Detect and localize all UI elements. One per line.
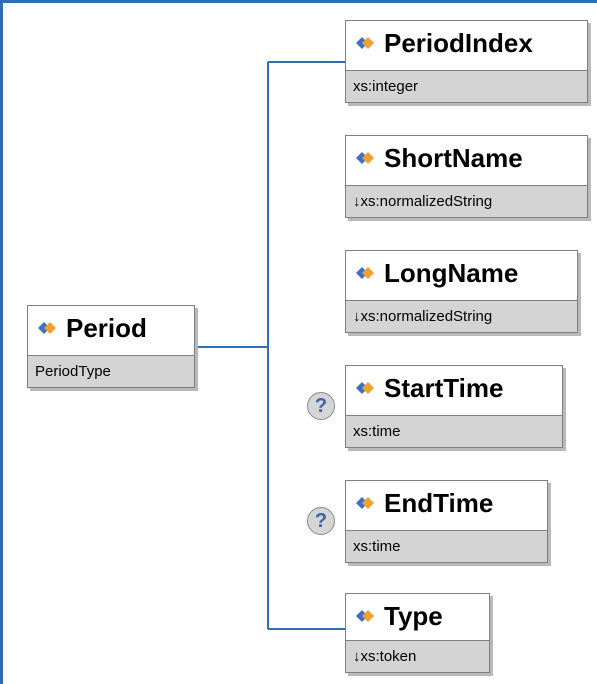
optional-icon: ?: [307, 392, 335, 420]
element-icon: [356, 382, 374, 394]
child-node-type: xs:integer: [346, 70, 587, 102]
child-node-type: xs:time: [346, 415, 562, 447]
child-node-type-element[interactable]: Type ↓xs:token: [345, 593, 490, 673]
element-icon: [356, 610, 374, 622]
element-icon: [356, 267, 374, 279]
optional-icon: ?: [307, 507, 335, 535]
child-node-name: ShortName: [384, 142, 523, 173]
element-icon: [38, 322, 56, 334]
child-node-shortname[interactable]: ShortName ↓xs:normalizedString: [345, 135, 588, 218]
child-node-type: ↓xs:token: [346, 640, 489, 672]
child-node-name: PeriodIndex: [384, 27, 533, 58]
element-icon: [356, 37, 374, 49]
child-node-type: xs:time: [346, 530, 547, 562]
element-icon: [356, 152, 374, 164]
child-node-name: Type: [384, 600, 443, 631]
child-node-starttime[interactable]: StartTime xs:time: [345, 365, 563, 448]
child-node-endtime[interactable]: EndTime xs:time: [345, 480, 548, 563]
child-node-periodindex[interactable]: PeriodIndex xs:integer: [345, 20, 588, 103]
child-node-type: ↓xs:normalizedString: [346, 185, 587, 217]
root-node-period[interactable]: Period PeriodType: [27, 305, 195, 388]
child-node-name: StartTime: [384, 372, 504, 403]
child-node-name: EndTime: [384, 487, 494, 518]
child-node-longname[interactable]: LongName ↓xs:normalizedString: [345, 250, 578, 333]
root-node-type: PeriodType: [28, 355, 194, 387]
root-node-name: Period: [66, 312, 147, 343]
element-icon: [356, 497, 374, 509]
child-node-name: LongName: [384, 257, 519, 288]
child-node-type: ↓xs:normalizedString: [346, 300, 577, 332]
